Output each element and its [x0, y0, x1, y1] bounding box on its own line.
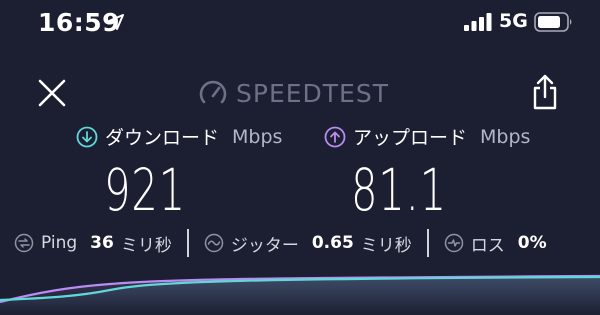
speedometer-icon — [199, 80, 227, 104]
download-area — [0, 277, 600, 315]
network-type: 5G — [499, 10, 528, 32]
divider — [186, 229, 189, 257]
ping-value: 36 — [90, 233, 114, 253]
speedtest-logo: SPEEDTEST — [198, 76, 389, 110]
download-unit: Mbps — [232, 125, 283, 148]
jitter-stat: ジッター 0.65 ミリ秒 — [204, 231, 412, 256]
ping-label: Ping — [41, 233, 78, 253]
loss-label: ロス — [470, 235, 505, 256]
signal-bars-icon — [464, 13, 492, 31]
arrow-down-circle-icon — [76, 126, 98, 147]
location-arrow-icon — [108, 14, 124, 30]
loss-stat: ロス 0% — [444, 231, 547, 256]
loss-icon — [444, 233, 464, 253]
jitter-unit: ミリ秒 — [360, 235, 412, 256]
download-value: 921 — [104, 156, 186, 224]
download-header: ダウンロード Mbps — [76, 123, 282, 150]
jitter-value: 0.65 — [311, 233, 354, 253]
battery-icon — [534, 12, 572, 32]
upload-label: アップロード — [353, 127, 468, 149]
divider — [426, 229, 429, 257]
ping-unit: ミリ秒 — [120, 235, 172, 256]
upload-header: アップロード Mbps — [324, 123, 530, 150]
download-label: ダウンロード — [105, 127, 220, 149]
ping-stat: Ping 36 ミリ秒 — [14, 231, 172, 256]
ping-icon — [14, 233, 34, 253]
speed-graph — [0, 274, 600, 315]
arrow-up-circle-icon — [324, 126, 346, 147]
upload-unit: Mbps — [480, 125, 531, 148]
upload-value: 81.1 — [351, 156, 447, 224]
stats-row: Ping 36 ミリ秒 ジッター 0.65 ミリ秒 ロス 0% — [14, 229, 547, 257]
share-icon[interactable] — [530, 72, 560, 112]
close-icon[interactable] — [36, 77, 68, 109]
brand-name: SPEEDTEST — [236, 78, 389, 108]
loss-value: 0% — [517, 233, 547, 253]
jitter-icon — [204, 233, 224, 253]
jitter-label: ジッター — [230, 235, 299, 256]
